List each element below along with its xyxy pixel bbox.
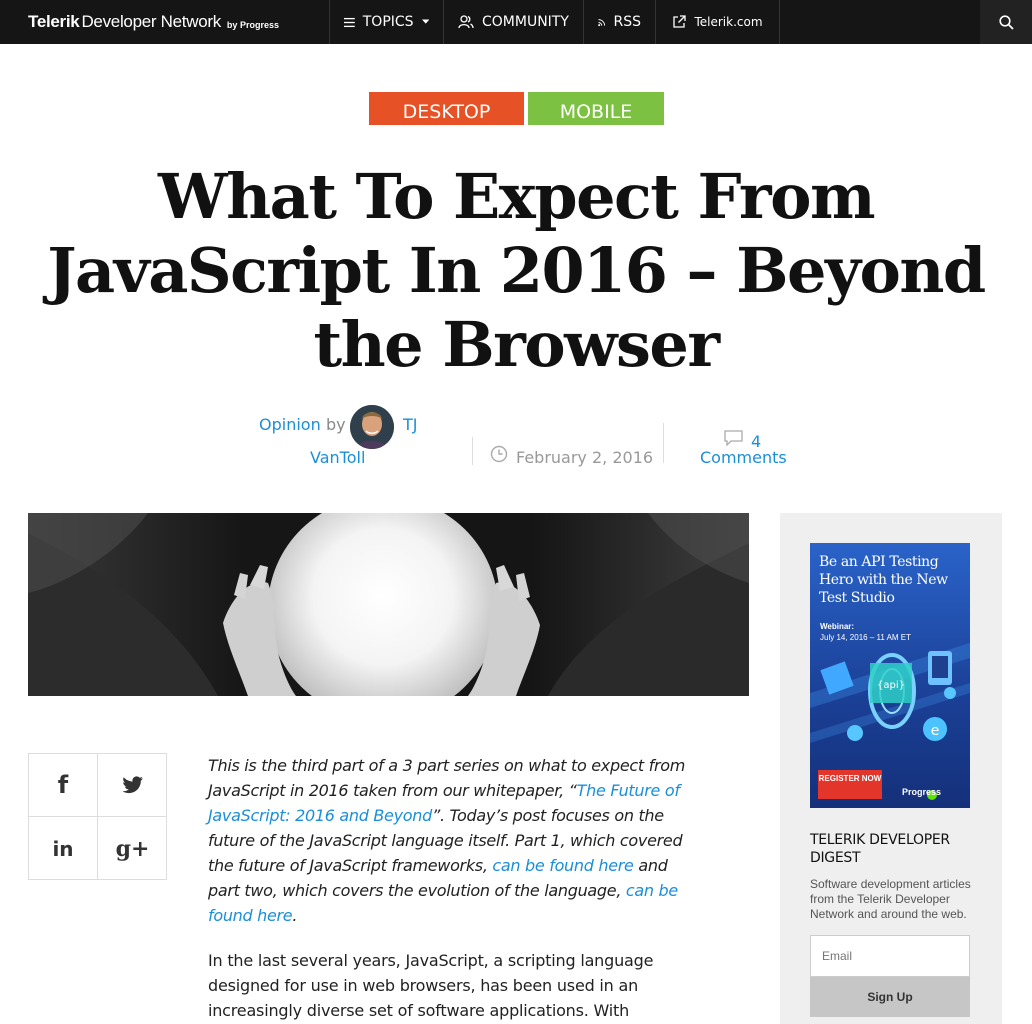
ad-headline: Be an API Testing Hero with the New Test…	[819, 554, 948, 606]
external-link-icon	[673, 15, 687, 28]
nav-community[interactable]: COMMUNITY	[444, 0, 584, 44]
clock-icon	[490, 445, 508, 463]
search-button[interactable]	[980, 0, 1032, 44]
rss-icon	[598, 18, 606, 26]
hero-image-crystal-ball	[28, 513, 749, 696]
users-icon	[458, 15, 474, 29]
category-mobile[interactable]: MOBILE	[528, 92, 664, 125]
share-twitter-button[interactable]	[98, 754, 167, 817]
article-title: What To Expect From JavaScript In 2016 –…	[47, 160, 986, 381]
meta-divider	[472, 437, 473, 465]
by-label: by	[326, 415, 346, 434]
svg-text:e: e	[931, 723, 940, 739]
share-facebook-button[interactable]: f	[29, 754, 98, 817]
digest-title: TELERIK DEVELOPER DIGEST	[810, 832, 950, 866]
avatar-portrait-icon	[350, 405, 394, 449]
comment-icon	[724, 430, 743, 446]
article-body: This is the third part of a 3 part serie…	[208, 753, 688, 1023]
search-icon	[998, 14, 1014, 30]
article-paragraph: In the last several years, JavaScript, a…	[208, 951, 654, 1020]
brand-by-progress: by Progress	[227, 20, 279, 30]
facebook-icon: f	[57, 771, 69, 799]
brand-name: Telerik	[28, 12, 80, 31]
caret-down-icon	[421, 19, 429, 24]
nav-rss[interactable]: RSS	[584, 0, 656, 44]
brand-by: by	[226, 19, 238, 30]
ad-webinar-info: Webinar: July 14, 2016 – 11 AM ET	[820, 621, 911, 643]
nav-telerik-link[interactable]: Telerik.com	[656, 0, 780, 44]
share-linkedin-button[interactable]: in	[29, 817, 98, 880]
article-category-link[interactable]: Opinion	[259, 415, 321, 434]
article-intro: This is the third part of a 3 part serie…	[208, 753, 688, 928]
brand-progress: Progress	[239, 19, 279, 30]
twitter-icon	[122, 776, 143, 794]
publish-date: February 2, 2016	[516, 448, 654, 467]
ad-register-button[interactable]: REGISTER NOW	[818, 770, 882, 799]
nav-rss-label: RSS	[613, 14, 641, 30]
part-one-link[interactable]: can be found here	[492, 856, 633, 875]
author-first-name-link[interactable]: TJ	[403, 415, 418, 434]
share-buttons: f in g+	[28, 753, 167, 880]
crystal-ball-illustration	[28, 513, 749, 696]
share-googleplus-button[interactable]: g+	[98, 817, 167, 880]
site-logo[interactable]: Telerik Developer Network by Progress	[0, 0, 330, 44]
article-meta: Opinion by TJ VanToll February 2, 2016 4…	[0, 405, 1032, 475]
meta-divider	[663, 423, 664, 463]
linkedin-icon: in	[52, 836, 74, 861]
menu-icon	[344, 17, 355, 27]
signup-button[interactable]: Sign Up	[810, 977, 970, 1017]
brand-subtitle: Developer Network	[81, 12, 221, 31]
intro-text-4: .	[292, 906, 298, 925]
googleplus-icon: g+	[115, 835, 150, 862]
sidebar: {api} e Be an API Testing Hero with the …	[780, 513, 1002, 1024]
category-tabs: DESKTOP MOBILE	[369, 92, 664, 125]
category-desktop[interactable]: DESKTOP	[369, 92, 524, 125]
nav-telerik-label: Telerik.com	[694, 15, 763, 29]
ad-webinar-label: Webinar:	[820, 622, 855, 631]
author-avatar[interactable]	[350, 405, 394, 449]
nav-topics-label: TOPICS	[362, 14, 414, 30]
comments-link[interactable]: Comments	[700, 448, 787, 467]
ad-sponsor-logo: Progress	[902, 787, 942, 797]
test-studio-ad-banner[interactable]: {api} e Be an API Testing Hero with the …	[810, 543, 970, 808]
ad-webinar-date: July 14, 2016 – 11 AM ET	[820, 633, 912, 642]
email-input[interactable]	[810, 935, 970, 977]
top-navigation: Telerik Developer Network by Progress TO…	[0, 0, 1032, 44]
author-last-name-link[interactable]: VanToll	[310, 448, 365, 467]
nav-topics[interactable]: TOPICS	[330, 0, 444, 44]
svg-text:{api}: {api}	[877, 680, 905, 691]
nav-community-label: COMMUNITY	[482, 14, 569, 30]
digest-description: Software development articles from the T…	[810, 877, 971, 921]
